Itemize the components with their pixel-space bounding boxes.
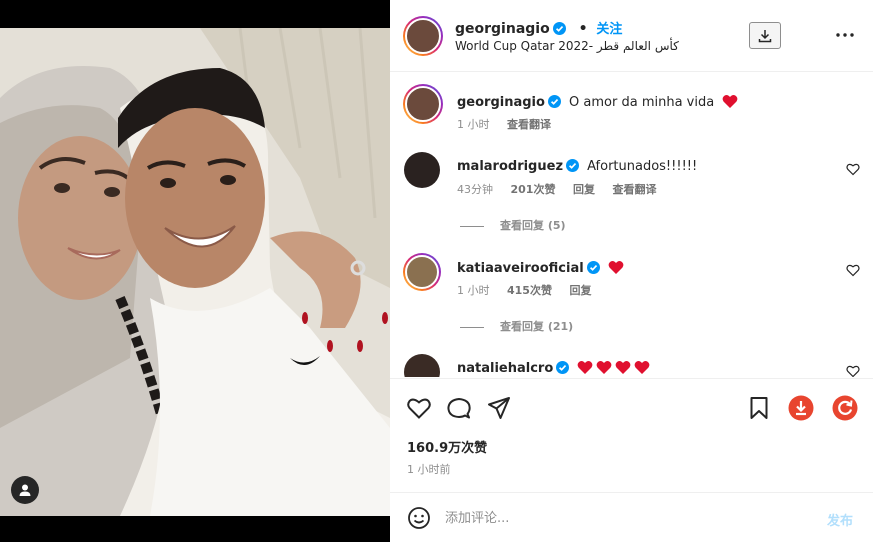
post-details-panel: georginagio • 关注 World Cup Qatar 2022- ك… [390, 0, 873, 542]
post-comment-button[interactable]: 发布 [827, 510, 853, 529]
comment-time: 1 小时 [457, 284, 490, 297]
view-replies-button[interactable]: 查看回复 (21) [460, 318, 573, 334]
verified-badge-icon [556, 361, 570, 374]
download-icon [758, 29, 772, 42]
user-tag-icon[interactable] [11, 476, 39, 504]
commenter-avatar[interactable] [404, 354, 440, 377]
author-username[interactable]: georginagio [455, 21, 550, 37]
caption-username[interactable]: georginagio [457, 95, 545, 110]
caption-author-avatar[interactable] [403, 84, 443, 124]
verified-badge-icon [566, 159, 580, 172]
comment-line: nataliehalcro [457, 357, 650, 376]
comment-likes[interactable]: 201次赞 [511, 183, 556, 196]
comment-meta: 43分钟 201次赞 回复 查看翻译 [457, 181, 670, 197]
comments-list[interactable]: georginagio O amor da minha vida 1 小时 查看… [390, 72, 873, 377]
comment-username[interactable]: nataliehalcro [457, 361, 553, 376]
red-heart-emoji [615, 360, 631, 374]
view-replies-button[interactable]: 查看回复 (5) [460, 217, 566, 233]
heart-outline-icon[interactable] [846, 162, 860, 176]
comment-row: malarodriguez Afortunados!!!!!! 43分钟 201… [390, 152, 873, 232]
comment-line: malarodriguez Afortunados!!!!!! [457, 155, 697, 174]
replies-divider [460, 225, 484, 227]
comment-reply-button[interactable]: 回复 [573, 183, 595, 196]
comment-row: nataliehalcro [390, 354, 873, 377]
replies-divider [460, 326, 484, 328]
comment-username[interactable]: malarodriguez [457, 159, 563, 174]
download-extension-icon[interactable] [788, 395, 814, 421]
red-heart-emoji [634, 360, 650, 374]
likes-count[interactable]: 160.9万次赞 [407, 437, 487, 456]
caption-row: georginagio O amor da minha vida 1 小时 查看… [390, 84, 873, 144]
comment-input[interactable] [445, 505, 815, 531]
red-heart-emoji [596, 360, 612, 374]
bookmark-icon[interactable] [746, 395, 772, 421]
post-photo[interactable] [0, 28, 390, 516]
comment-reply-button[interactable]: 回复 [569, 284, 591, 297]
red-heart-emoji [577, 360, 593, 374]
post-header: georginagio • 关注 World Cup Qatar 2022- ك… [390, 0, 873, 72]
commenter-avatar[interactable] [404, 152, 440, 188]
post-timestamp[interactable]: 1 小时前 [407, 461, 451, 477]
commenter-avatar[interactable] [403, 253, 441, 291]
verified-badge-icon [547, 95, 561, 108]
comment-meta: 1 小时 415次赞 回复 [457, 282, 605, 298]
comment-text: Afortunados!!!!!! [587, 159, 698, 174]
separator-dot: • [578, 21, 588, 37]
author-line: georginagio • 关注 [455, 18, 622, 37]
caption-translate-link[interactable]: 查看翻译 [507, 118, 551, 131]
heart-outline-icon[interactable] [846, 364, 860, 377]
heart-outline-icon[interactable] [406, 395, 432, 421]
comment-translate-link[interactable]: 查看翻译 [612, 183, 656, 196]
comment-time: 43分钟 [457, 183, 493, 196]
caption-text: O amor da minha vida [569, 95, 715, 110]
verified-badge-icon [552, 22, 566, 35]
couple-selfie-illustration [0, 28, 390, 516]
view-replies-label: 查看回复 (5) [500, 219, 566, 232]
paper-plane-icon[interactable] [486, 395, 512, 421]
heart-outline-icon[interactable] [846, 263, 860, 277]
download-button[interactable] [749, 22, 781, 49]
post-location[interactable]: World Cup Qatar 2022- كأس العالم قطر [455, 39, 679, 53]
red-heart-emoji [608, 260, 624, 274]
post-actions: 160.9万次赞 1 小时前 [390, 378, 873, 492]
caption-time: 1 小时 [457, 118, 490, 131]
smiley-icon[interactable] [407, 506, 431, 530]
comment-icon[interactable] [446, 395, 472, 421]
more-horizontal-icon [836, 33, 854, 37]
comment-composer: 发布 [390, 492, 873, 542]
caption-line: georginagio O amor da minha vida [457, 91, 738, 110]
more-options-button[interactable] [834, 24, 856, 46]
caption-meta: 1 小时 查看翻译 [457, 116, 565, 132]
user-silhouette-icon [19, 484, 31, 496]
red-heart-emoji [722, 94, 738, 108]
post-media[interactable] [0, 0, 390, 542]
view-replies-label: 查看回复 (21) [500, 320, 574, 333]
comment-row: katiaaveirooficial 1 小时 415次赞 回复 查看回复 (2… [390, 253, 873, 333]
refresh-extension-icon[interactable] [832, 395, 858, 421]
verified-badge-icon [586, 261, 600, 274]
comment-username[interactable]: katiaaveirooficial [457, 261, 584, 276]
comment-likes[interactable]: 415次赞 [507, 284, 552, 297]
author-avatar[interactable] [403, 16, 443, 56]
follow-button[interactable]: 关注 [596, 22, 622, 37]
comment-line: katiaaveirooficial [457, 257, 624, 276]
